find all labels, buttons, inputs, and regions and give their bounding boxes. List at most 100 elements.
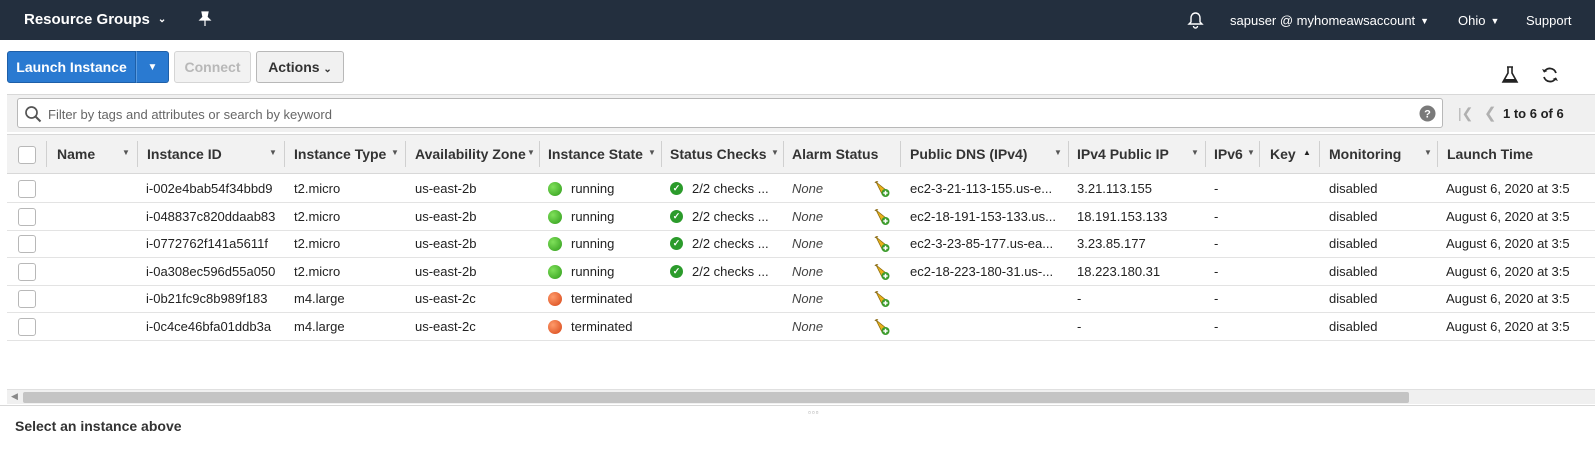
pin-icon[interactable] — [198, 11, 212, 30]
cell-alarm-status: None — [792, 318, 824, 334]
check-passed-icon: ✓ — [670, 237, 683, 250]
sort-caret-icon: ▼ — [527, 148, 535, 157]
column-header-instance-state[interactable]: Instance State ▼ — [548, 135, 661, 173]
cell-monitoring: disabled — [1329, 318, 1378, 334]
cell-ipv6: - — [1214, 236, 1219, 251]
region-label: Ohio — [1458, 13, 1486, 28]
column-header-public-dns[interactable]: Public DNS (IPv4) ▼ — [910, 135, 1067, 173]
sort-caret-icon: ▼ — [771, 148, 779, 157]
chevron-down-icon: ⌄ — [157, 14, 167, 25]
table-row[interactable]: i-0772762f141a5611f t2.micro us-east-2b run… — [7, 230, 1595, 258]
column-header-alarm-status[interactable]: Alarm Status — [792, 135, 892, 173]
cell-ipv6: - — [1214, 208, 1219, 224]
row-checkbox[interactable] — [18, 207, 36, 226]
table-row[interactable]: i-002e4bab54f34bbd9 t2.micro us-east-2b run… — [7, 175, 1595, 203]
column-header-availability-zone[interactable]: Availability Zone ▼ — [415, 135, 540, 173]
column-label: Key — [1270, 146, 1296, 162]
row-checkbox[interactable] — [18, 180, 36, 198]
help-icon[interactable]: ? — [1419, 105, 1436, 125]
cell-instance-state: running — [571, 181, 615, 196]
cell-launch-time: August 6, 2020 at 3:5 — [1446, 208, 1570, 224]
cell-alarm-status: None — [792, 181, 824, 196]
create-alarm-icon[interactable] — [873, 263, 891, 284]
cell-ipv4-public-ip: 3.21.113.155 — [1077, 181, 1152, 196]
cell-launch-time: August 6, 2020 at 3:5 — [1446, 318, 1570, 334]
cell-instance-type: t2.micro — [294, 263, 341, 279]
cell-instance-id: i-0a308ec596d55a050 — [146, 263, 276, 279]
actions-button[interactable]: Actions ⌄ — [256, 51, 344, 83]
launch-instance-button[interactable]: Launch Instance — [7, 51, 136, 83]
scroll-left-icon[interactable]: ◀ — [11, 391, 18, 402]
column-divider — [1205, 141, 1206, 167]
select-all-checkbox[interactable] — [18, 146, 36, 164]
resize-grip-icon[interactable]: ▫▫▫ — [808, 408, 820, 417]
create-alarm-icon[interactable] — [873, 318, 891, 339]
column-header-instance-id[interactable]: Instance ID ▼ — [147, 135, 282, 173]
column-header-status-checks[interactable]: Status Checks ▼ — [670, 135, 784, 173]
check-passed-icon: ✓ — [670, 264, 683, 278]
pagination-label: 1 to 6 of 6 — [1503, 106, 1564, 121]
search-input[interactable] — [48, 104, 1408, 124]
previous-page-icon[interactable]: ❮ — [1484, 104, 1497, 122]
column-label: Public DNS (IPv4) — [910, 146, 1028, 162]
cell-public-dns: ec2-18-223-180-31.us-... — [910, 263, 1054, 279]
cell-ipv6: - — [1214, 291, 1219, 306]
row-checkbox[interactable] — [18, 317, 36, 336]
horizontal-scrollbar[interactable]: ◀ — [7, 389, 1595, 404]
cell-launch-time: August 6, 2020 at 3:5 — [1446, 236, 1570, 251]
row-checkbox[interactable] — [18, 290, 36, 308]
cell-ipv6: - — [1214, 263, 1219, 279]
column-header-launch-time[interactable]: Launch Time — [1447, 135, 1592, 173]
create-alarm-icon[interactable] — [873, 290, 891, 311]
resource-groups-menu[interactable]: Resource Groups ⌄ — [24, 11, 166, 28]
column-label: Name — [57, 146, 96, 162]
row-checkbox[interactable] — [18, 235, 36, 253]
column-header-name[interactable]: Name ▼ — [57, 135, 135, 173]
create-alarm-icon[interactable] — [873, 235, 891, 256]
column-header-ipv4-public-ip[interactable]: IPv4 Public IP ▼ — [1077, 135, 1205, 173]
column-divider — [284, 141, 285, 167]
column-header-key[interactable]: Key ▲ — [1270, 135, 1320, 173]
column-header-instance-type[interactable]: Instance Type ▼ — [294, 135, 404, 173]
launch-instance-dropdown-button[interactable]: ▼ — [136, 51, 169, 83]
cell-status-checks: 2/2 checks ... — [692, 181, 769, 196]
running-status-icon — [548, 264, 562, 279]
filter-bar: ? |❮ ❮ 1 to 6 of 6 — [7, 94, 1595, 132]
region-menu[interactable]: Ohio ▼ — [1458, 13, 1499, 28]
column-label: Monitoring — [1329, 146, 1402, 162]
cell-instance-type: m4.large — [294, 318, 345, 334]
cell-instance-type: m4.large — [294, 291, 345, 306]
column-label: IPv4 Public IP — [1077, 146, 1169, 162]
cell-alarm-status: None — [792, 291, 824, 306]
row-checkbox[interactable] — [18, 262, 36, 281]
cell-instance-state: running — [571, 263, 615, 279]
cell-alarm-status: None — [792, 263, 824, 279]
create-alarm-icon[interactable] — [873, 180, 891, 201]
terminated-status-icon — [548, 319, 562, 334]
connect-button[interactable]: Connect — [174, 51, 251, 83]
notifications-bell-icon[interactable] — [1187, 11, 1204, 32]
table-row[interactable]: i-0a308ec596d55a050 t2.micro us-east-2b run… — [7, 258, 1595, 286]
select-instance-message: Select an instance above — [15, 418, 182, 434]
cell-ipv4-public-ip: 3.23.85.177 — [1077, 236, 1146, 251]
first-page-icon[interactable]: |❮ — [1458, 105, 1473, 122]
cell-instance-id: i-048837c820ddaab83 — [146, 208, 276, 224]
account-menu[interactable]: sapuser @ myhomeawsaccount ▼ — [1230, 13, 1429, 28]
search-icon — [24, 105, 42, 126]
table-row[interactable]: i-0c4ce46bfa01ddb3a m4.large us-east-2c ter… — [7, 313, 1595, 341]
sort-ascending-icon: ▲ — [1303, 148, 1311, 157]
refresh-icon[interactable] — [1540, 66, 1560, 87]
column-label: Alarm Status — [792, 146, 879, 162]
flask-icon[interactable] — [1501, 66, 1519, 87]
scrollbar-thumb[interactable] — [23, 392, 1409, 403]
column-header-monitoring[interactable]: Monitoring ▼ — [1329, 135, 1437, 173]
column-divider — [783, 141, 784, 167]
column-header-ipv6[interactable]: IPv6 ▼ — [1214, 135, 1258, 173]
cell-alarm-status: None — [792, 236, 824, 251]
create-alarm-icon[interactable] — [873, 208, 891, 229]
support-menu[interactable]: Support — [1526, 13, 1572, 28]
cell-instance-type: t2.micro — [294, 181, 341, 196]
table-row[interactable]: i-0b21fc9c8b989f183 m4.large us-east-2c ter… — [7, 285, 1595, 313]
table-row[interactable]: i-048837c820ddaab83 t2.micro us-east-2b run… — [7, 203, 1595, 231]
column-label: Instance ID — [147, 146, 222, 162]
